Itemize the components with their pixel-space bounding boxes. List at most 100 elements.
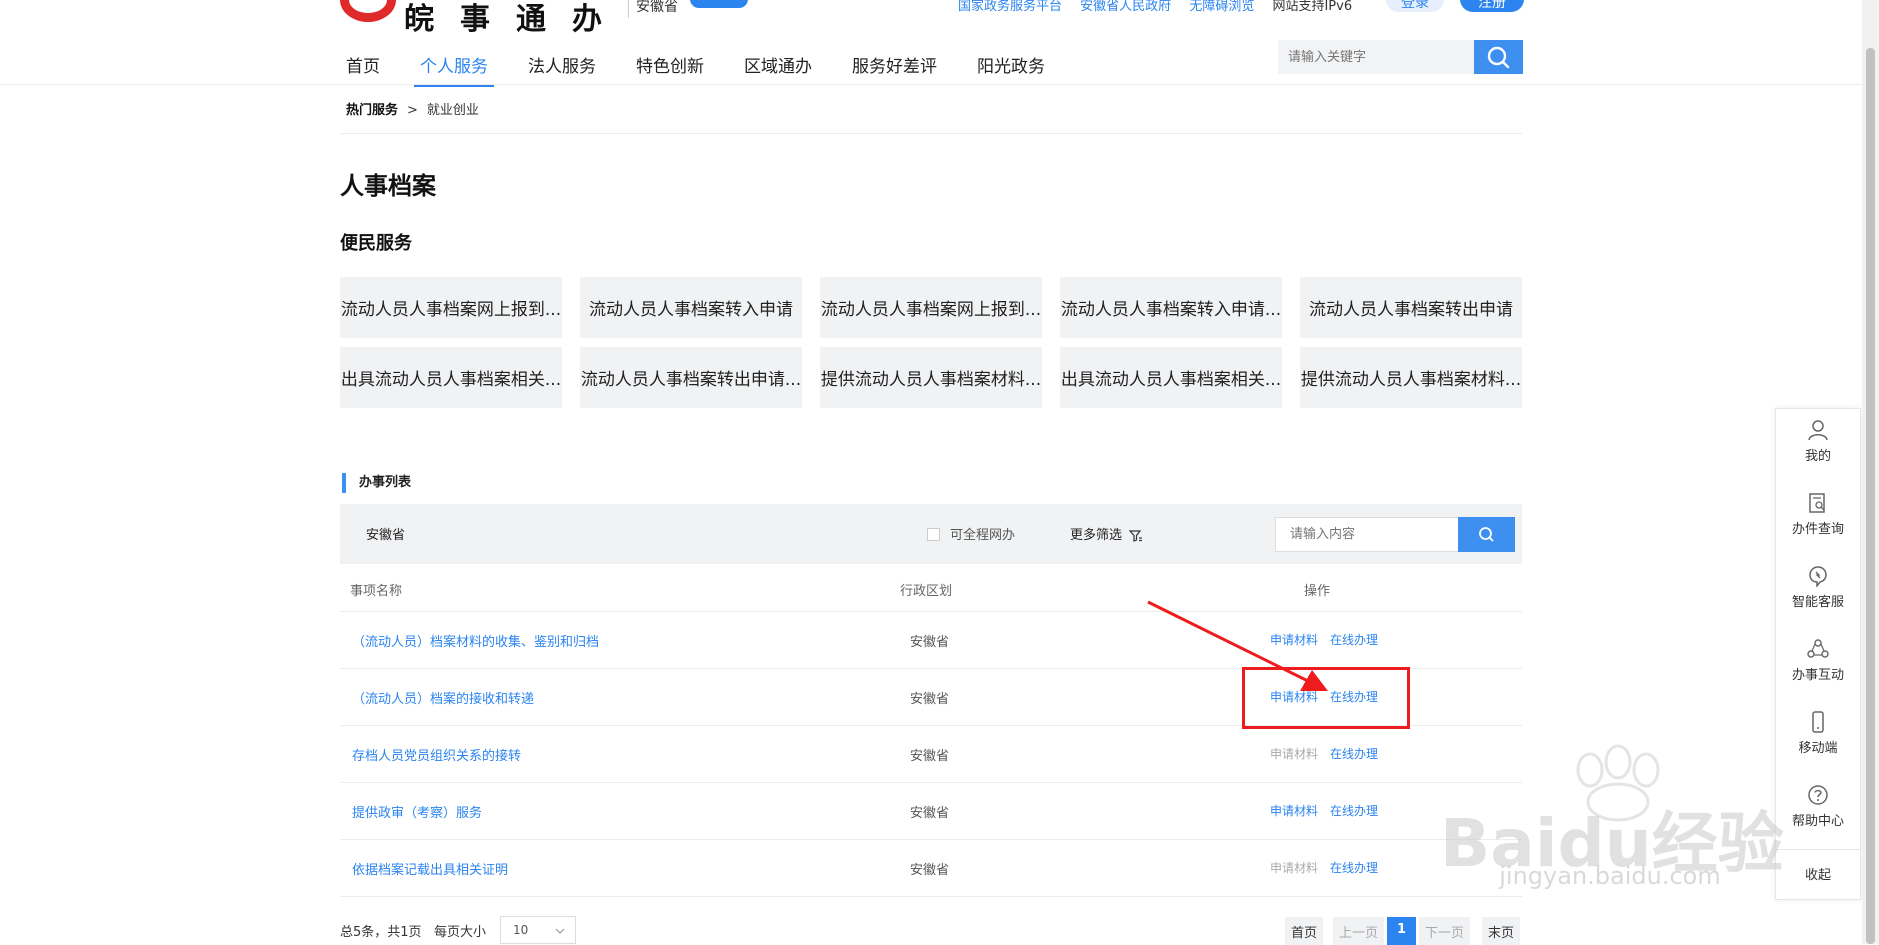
nav-innovation[interactable]: 特色创新 bbox=[630, 50, 710, 87]
nav-personal-services[interactable]: 个人服务 bbox=[414, 50, 494, 87]
filter-region-selector[interactable]: 安徽省 bbox=[366, 524, 405, 543]
online-only-checkbox[interactable] bbox=[927, 528, 940, 541]
sidebar-item-mine[interactable]: 我的 bbox=[1776, 419, 1860, 464]
service-card[interactable]: 流动人员人事档案转入申请 bbox=[580, 277, 802, 338]
top-link-provincial-gov[interactable]: 安徽省人民政府 bbox=[1080, 0, 1171, 14]
help-icon bbox=[1808, 785, 1828, 805]
nav-evaluation[interactable]: 服务好差评 bbox=[846, 50, 943, 87]
item-area: 安徽省 bbox=[910, 749, 950, 764]
page-title: 人事档案 bbox=[340, 172, 436, 200]
mobile-phone-icon bbox=[1812, 711, 1824, 733]
total-summary: 总5条，共1页 bbox=[340, 925, 422, 940]
service-card[interactable]: 出具流动人员人事档案相关... bbox=[1060, 347, 1282, 408]
sidebar-collapse-button[interactable]: 收起 bbox=[1776, 849, 1860, 900]
item-name-link[interactable]: （流动人员）档案材料的收集、鉴别和归档 bbox=[352, 631, 599, 650]
online-apply-link[interactable]: 在线办理 bbox=[1330, 802, 1378, 819]
sidebar-item-customer-service[interactable]: 智能客服 bbox=[1776, 565, 1860, 610]
nav-regional[interactable]: 区域通办 bbox=[738, 50, 818, 87]
login-button[interactable]: 登录 bbox=[1386, 0, 1444, 12]
more-filter-button[interactable]: 更多筛选 bbox=[1070, 524, 1143, 543]
breadcrumb-current: 就业创业 bbox=[426, 103, 479, 118]
page-size-value: 10 bbox=[513, 923, 529, 937]
logo-text: 皖事通办 bbox=[404, 2, 628, 37]
search-icon bbox=[1479, 527, 1494, 542]
floating-sidebar: 我的 办件查询 智能客服 办事互动 移动端 帮助中心 收起 bbox=[1775, 408, 1861, 900]
table-row: （流动人员）档案材料的收集、鉴别和归档 安徽省 申请材料 在线办理 bbox=[340, 612, 1522, 669]
register-button[interactable]: 注册 bbox=[1460, 0, 1524, 12]
item-name-link[interactable]: （流动人员）档案的接收和转递 bbox=[352, 688, 534, 707]
pagination-summary: 总5条，共1页 每页大小 bbox=[340, 921, 486, 940]
materials-link-disabled: 申请材料 bbox=[1270, 861, 1319, 875]
service-card[interactable]: 提供流动人员人事档案材料... bbox=[820, 347, 1042, 408]
current-page[interactable]: 1 bbox=[1387, 917, 1417, 945]
breadcrumb-separator: > bbox=[407, 103, 418, 118]
item-area: 安徽省 bbox=[910, 863, 950, 878]
top-link-accessibility[interactable]: 无障碍浏览 bbox=[1189, 0, 1254, 14]
section-title: 便民服务 bbox=[340, 233, 412, 254]
item-name-link[interactable]: 依据档案记载出具相关证明 bbox=[352, 859, 508, 878]
service-card[interactable]: 提供流动人员人事档案材料... bbox=[1300, 347, 1522, 408]
item-area: 安徽省 bbox=[910, 806, 950, 821]
online-apply-link[interactable]: 在线办理 bbox=[1330, 745, 1378, 762]
list-search-button[interactable] bbox=[1458, 517, 1515, 552]
next-page-button: 下一页 bbox=[1419, 917, 1471, 945]
ipv6-label: 网站支持IPv6 bbox=[1272, 0, 1353, 14]
table-row: 提供政审（考察）服务 安徽省 申请材料 在线办理 bbox=[340, 783, 1522, 840]
service-card[interactable]: 流动人员人事档案转入申请... bbox=[1060, 277, 1282, 338]
scrollbar-thumb[interactable] bbox=[1866, 48, 1875, 944]
table-row: 依据档案记载出具相关证明 安徽省 申请材料 在线办理 bbox=[340, 840, 1522, 897]
search-button[interactable] bbox=[1474, 40, 1523, 74]
sidebar-label: 移动端 bbox=[1798, 741, 1838, 756]
column-header-area: 行政区划 bbox=[900, 584, 953, 599]
item-name-link[interactable]: 存档人员党员组织关系的接转 bbox=[352, 745, 521, 764]
online-only-label[interactable]: 可全程网办 bbox=[950, 524, 1015, 543]
sidebar-item-help[interactable]: 帮助中心 bbox=[1776, 784, 1860, 829]
sidebar-label: 智能客服 bbox=[1791, 595, 1844, 610]
service-card[interactable]: 流动人员人事档案网上报到... bbox=[340, 277, 562, 338]
materials-link-disabled: 申请材料 bbox=[1270, 747, 1319, 761]
sidebar-item-mobile[interactable]: 移动端 bbox=[1776, 711, 1860, 756]
service-card[interactable]: 流动人员人事档案网上报到... bbox=[820, 277, 1042, 338]
search-input[interactable] bbox=[1278, 40, 1474, 74]
list-search-input[interactable] bbox=[1275, 517, 1459, 552]
service-card[interactable]: 出具流动人员人事档案相关... bbox=[340, 347, 562, 408]
breadcrumb-hot-services[interactable]: 热门服务 bbox=[346, 103, 398, 118]
item-area: 安徽省 bbox=[910, 692, 950, 707]
first-page-button[interactable]: 首页 bbox=[1285, 917, 1324, 945]
nav-open-government[interactable]: 阳光政务 bbox=[971, 50, 1051, 87]
region-selector[interactable]: 安徽省 bbox=[636, 0, 678, 16]
sidebar-label: 我的 bbox=[1804, 449, 1831, 464]
divider bbox=[0, 84, 1862, 85]
sidebar-item-query[interactable]: 办件查询 bbox=[1776, 492, 1860, 537]
sidebar-item-interaction[interactable]: 办事互动 bbox=[1776, 638, 1860, 683]
sidebar-label: 办件查询 bbox=[1791, 522, 1844, 537]
search-icon bbox=[1487, 46, 1510, 69]
materials-link[interactable]: 申请材料 bbox=[1270, 802, 1318, 819]
nav-legal-entity-services[interactable]: 法人服务 bbox=[522, 50, 602, 87]
nav-home[interactable]: 首页 bbox=[340, 50, 386, 87]
service-card[interactable]: 流动人员人事档案转出申请 bbox=[1300, 277, 1522, 338]
sidebar-label: 办事互动 bbox=[1791, 668, 1844, 683]
annotation-arrow-icon bbox=[1147, 600, 1328, 691]
item-name-link[interactable]: 提供政审（考察）服务 bbox=[352, 802, 482, 821]
divider bbox=[340, 133, 1522, 134]
switch-region-button[interactable] bbox=[690, 0, 748, 8]
filter-icon bbox=[1128, 529, 1143, 542]
service-grid: 流动人员人事档案网上报到... 流动人员人事档案转入申请 流动人员人事档案网上报… bbox=[340, 277, 1522, 408]
watermark-url: jingyan.baidu.com bbox=[1499, 862, 1721, 890]
list-title: 办事列表 bbox=[342, 473, 411, 493]
column-header-name: 事项名称 bbox=[350, 584, 403, 599]
service-card[interactable]: 流动人员人事档案转出申请... bbox=[580, 347, 802, 408]
document-search-icon bbox=[1809, 493, 1825, 513]
item-area: 安徽省 bbox=[910, 635, 950, 650]
user-icon bbox=[1808, 420, 1828, 441]
top-link-national-platform[interactable]: 国家政务服务平台 bbox=[958, 0, 1062, 14]
chat-bot-icon bbox=[1809, 566, 1827, 587]
page-size-select[interactable]: 10 bbox=[500, 916, 576, 944]
online-apply-link[interactable]: 在线办理 bbox=[1330, 859, 1378, 876]
last-page-button[interactable]: 末页 bbox=[1482, 917, 1521, 945]
top-links: 国家政务服务平台 安徽省人民政府 无障碍浏览 网站支持IPv6 bbox=[958, 0, 1366, 14]
more-filter-label: 更多筛选 bbox=[1070, 528, 1123, 543]
breadcrumb: 热门服务 > 就业创业 bbox=[346, 99, 479, 118]
divider bbox=[628, 0, 629, 18]
